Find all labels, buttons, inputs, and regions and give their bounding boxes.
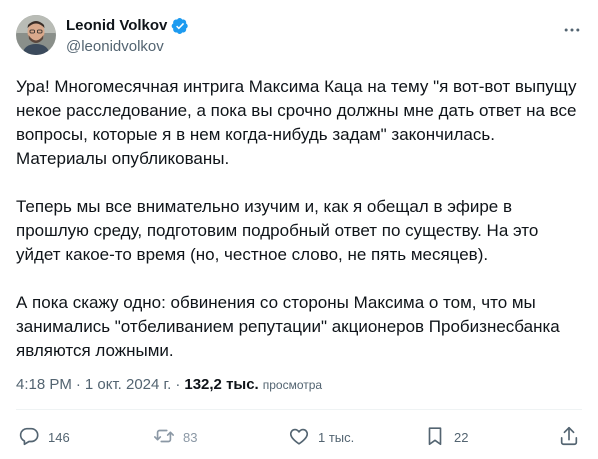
retweet-icon [153,425,175,450]
meta-separator: · [75,376,81,393]
retweet-button[interactable]: 83 [153,424,197,450]
share-button[interactable] [558,424,580,450]
bookmark-count: 22 [454,429,469,445]
tweet-card: Leonid Volkov @leonidvolkov Ура! Многоме… [0,0,598,459]
divider [16,409,582,410]
meta-separator: · [175,376,181,393]
tweet-meta: 4:18 PM · 1 окт. 2024 г. · 132,2 тыс. пр… [16,375,322,395]
like-count: 1 тыс. [318,429,355,445]
author-display-name[interactable]: Leonid Volkov [66,16,167,36]
author-name-row[interactable]: Leonid Volkov [66,16,189,36]
tweet-paragraph: А пока скажу одно: обвинения со стороны … [16,293,560,360]
bookmark-button[interactable]: 22 [424,424,468,450]
views-count[interactable]: 132,2 тыс. [184,375,258,395]
reply-count: 146 [48,429,70,445]
more-icon[interactable] [562,20,582,40]
action-bar: 146 83 1 тыс. 22 [16,424,582,450]
tweet-paragraph: Теперь мы все внимательно изучим и, как … [16,197,539,264]
tweet-text: Ура! Многомесячная интрига Максима Каца … [16,75,586,363]
bookmark-icon [424,425,446,450]
tweet-paragraph: Ура! Многомесячная интрига Максима Каца … [16,77,577,168]
reply-button[interactable]: 146 [18,424,70,450]
like-button[interactable]: 1 тыс. [288,424,354,450]
tweet-date[interactable]: 1 окт. 2024 г. [85,375,171,395]
retweet-count: 83 [183,429,198,445]
reply-icon [18,425,40,450]
verified-badge-icon [171,17,189,35]
like-icon [288,425,310,450]
author-handle[interactable]: @leonidvolkov [66,37,164,57]
views-label: просмотра [262,378,323,392]
avatar[interactable] [16,15,56,55]
tweet-time[interactable]: 4:18 PM [16,375,72,395]
share-icon [558,425,580,450]
